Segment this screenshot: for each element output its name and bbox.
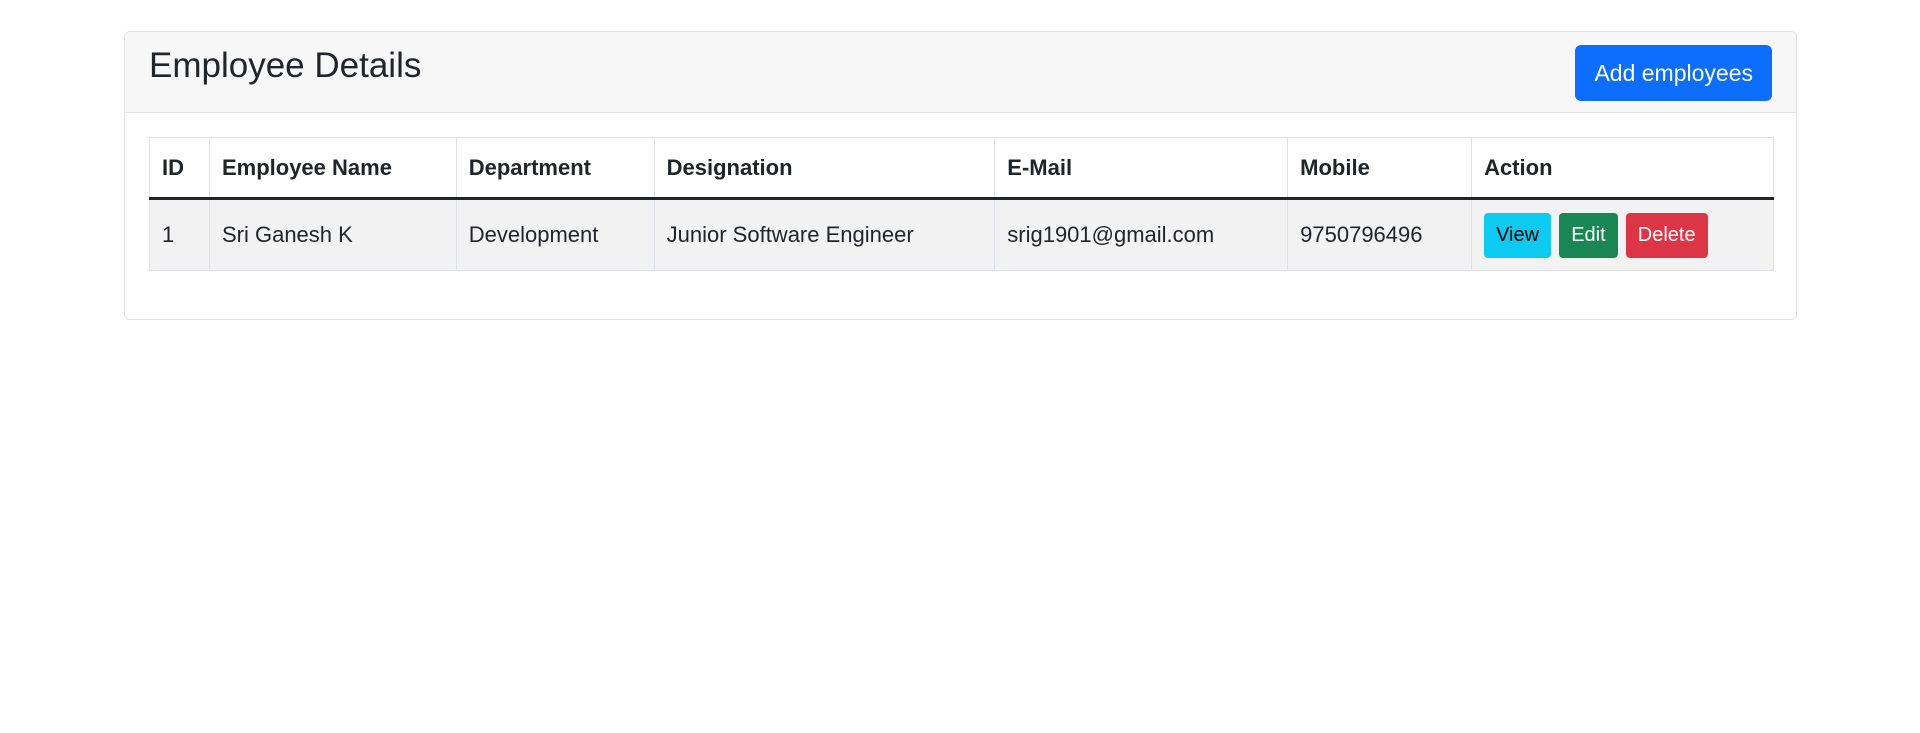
table-body: 1 Sri Ganesh K Development Junior Softwa… [149, 198, 1774, 271]
cell-id: 1 [149, 198, 210, 271]
column-header-employee-name: Employee Name [208, 137, 457, 200]
edit-button[interactable]: Edit [1559, 212, 1618, 258]
card-header: Employee Details Add employees [125, 32, 1796, 113]
employee-details-card: Employee Details Add employees ID Employ… [124, 31, 1797, 320]
column-header-email: E-Mail [994, 137, 1289, 200]
column-header-action: Action [1471, 137, 1774, 200]
column-header-designation: Designation [653, 137, 996, 200]
cell-employee-name: Sri Ganesh K [208, 198, 457, 271]
column-header-mobile: Mobile [1287, 137, 1473, 200]
table-header: ID Employee Name Department Designation … [149, 137, 1774, 200]
column-header-id: ID [149, 137, 210, 200]
cell-actions: View Edit Delete [1471, 198, 1774, 271]
card-body: ID Employee Name Department Designation … [125, 113, 1796, 295]
cell-designation: Junior Software Engineer [653, 198, 996, 271]
view-button[interactable]: View [1484, 212, 1552, 258]
table-row: 1 Sri Ganesh K Development Junior Softwa… [149, 198, 1774, 271]
column-header-department: Department [455, 137, 655, 200]
table-header-row: ID Employee Name Department Designation … [149, 137, 1774, 200]
employee-table: ID Employee Name Department Designation … [149, 137, 1774, 271]
page-title: Employee Details [149, 46, 422, 85]
add-employees-button[interactable]: Add employees [1575, 45, 1772, 101]
cell-department: Development [455, 198, 655, 271]
cell-mobile: 9750796496 [1287, 198, 1473, 271]
delete-button[interactable]: Delete [1625, 212, 1708, 258]
cell-email: srig1901@gmail.com [994, 198, 1289, 271]
